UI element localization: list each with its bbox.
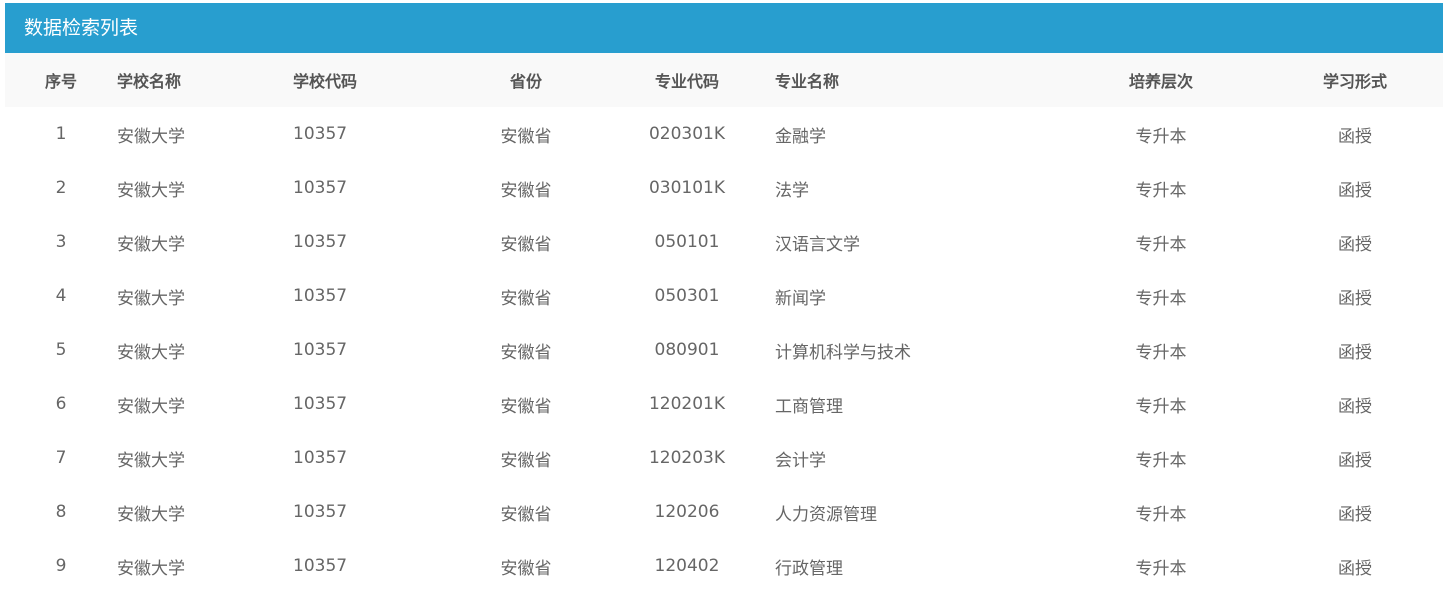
table-row: 2 安徽大学 10357 安徽省 030101K 法学 专升本 函授: [5, 161, 1443, 215]
cell-major-name: 金融学: [775, 126, 826, 147]
col-header-index: 序号: [44, 72, 77, 91]
cell-level: 专升本: [1135, 450, 1187, 471]
cell-major-name: 法学: [775, 180, 809, 201]
cell-school-code: 10357: [293, 394, 348, 414]
table-header-row: 序号 学校名称 学校代码 省份 专业代码 专业名称 培养层次 学习形式: [5, 53, 1443, 107]
col-header-level: 培养层次: [1128, 72, 1193, 91]
cell-index: 5: [55, 340, 67, 360]
cell-major-code: 050101: [654, 232, 720, 252]
cell-school-code: 10357: [293, 232, 348, 252]
cell-index: 6: [55, 394, 67, 414]
col-header-study-form: 学习形式: [1322, 72, 1387, 91]
cell-major-code: 120201K: [648, 394, 726, 414]
cell-school-name: 安徽大学: [117, 180, 185, 201]
cell-school-code: 10357: [293, 286, 348, 306]
cell-school-name: 安徽大学: [117, 342, 185, 363]
col-header-school-code: 学校代码: [293, 72, 358, 91]
cell-school-name: 安徽大学: [117, 234, 185, 255]
table-row: 6 安徽大学 10357 安徽省 120201K 工商管理 专升本 函授: [5, 377, 1443, 431]
cell-major-name: 工商管理: [775, 396, 843, 417]
cell-province: 安徽省: [500, 396, 552, 417]
table-row: 5 安徽大学 10357 安徽省 080901 计算机科学与技术 专升本 函授: [5, 323, 1443, 377]
cell-study-form: 函授: [1338, 342, 1372, 363]
cell-province: 安徽省: [500, 234, 552, 255]
cell-study-form: 函授: [1338, 504, 1372, 525]
cell-study-form: 函授: [1338, 126, 1372, 147]
cell-major-code: 020301K: [648, 124, 726, 144]
cell-major-name: 计算机科学与技术: [775, 342, 911, 363]
cell-school-name: 安徽大学: [117, 450, 185, 471]
panel-title: 数据检索列表: [5, 3, 1443, 53]
cell-major-name: 会计学: [775, 450, 826, 471]
table-row: 3 安徽大学 10357 安徽省 050101 汉语言文学 专升本 函授: [5, 215, 1443, 269]
data-search-panel: 数据检索列表 序号 学校名称 学校代码 省份 专业代码 专业名称 培养层次 学习…: [5, 3, 1443, 596]
table-row: 4 安徽大学 10357 安徽省 050301 新闻学 专升本 函授: [5, 269, 1443, 323]
cell-major-code: 030101K: [648, 178, 726, 198]
cell-index: 2: [55, 178, 67, 198]
cell-major-name: 汉语言文学: [775, 234, 860, 255]
cell-major-name: 行政管理: [775, 558, 843, 579]
cell-major-code: 120206: [654, 502, 720, 522]
cell-index: 7: [55, 448, 67, 468]
cell-index: 4: [55, 286, 67, 306]
table-row: 8 安徽大学 10357 安徽省 120206 人力资源管理 专升本 函授: [5, 485, 1443, 539]
cell-level: 专升本: [1135, 288, 1187, 309]
cell-province: 安徽省: [500, 342, 552, 363]
cell-province: 安徽省: [500, 126, 552, 147]
cell-index: 1: [55, 124, 67, 144]
cell-index: 8: [55, 502, 67, 522]
cell-study-form: 函授: [1338, 558, 1372, 579]
cell-major-name: 人力资源管理: [775, 504, 877, 525]
cell-school-code: 10357: [293, 556, 348, 576]
cell-major-code: 050301: [654, 286, 720, 306]
cell-level: 专升本: [1135, 180, 1187, 201]
cell-level: 专升本: [1135, 558, 1187, 579]
cell-level: 专升本: [1135, 342, 1187, 363]
cell-study-form: 函授: [1338, 234, 1372, 255]
cell-level: 专升本: [1135, 504, 1187, 525]
cell-province: 安徽省: [500, 504, 552, 525]
cell-major-code: 120402: [654, 556, 720, 576]
col-header-province: 省份: [509, 72, 542, 91]
col-header-school-name: 学校名称: [117, 72, 182, 91]
cell-school-name: 安徽大学: [117, 558, 185, 579]
cell-school-code: 10357: [293, 448, 348, 468]
results-table: 序号 学校名称 学校代码 省份 专业代码 专业名称 培养层次 学习形式 1 安徽…: [5, 53, 1443, 593]
cell-study-form: 函授: [1338, 288, 1372, 309]
cell-school-code: 10357: [293, 178, 348, 198]
cell-study-form: 函授: [1338, 396, 1372, 417]
cell-school-code: 10357: [293, 502, 348, 522]
cell-province: 安徽省: [500, 288, 552, 309]
cell-school-name: 安徽大学: [117, 504, 185, 525]
cell-province: 安徽省: [500, 558, 552, 579]
cell-school-code: 10357: [293, 340, 348, 360]
cell-province: 安徽省: [500, 450, 552, 471]
cell-school-name: 安徽大学: [117, 126, 185, 147]
cell-level: 专升本: [1135, 396, 1187, 417]
cell-study-form: 函授: [1338, 450, 1372, 471]
cell-study-form: 函授: [1338, 180, 1372, 201]
col-header-major-name: 专业名称: [775, 72, 840, 91]
cell-index: 3: [55, 232, 67, 252]
cell-major-code: 120203K: [648, 448, 726, 468]
cell-major-name: 新闻学: [775, 288, 826, 309]
table-row: 1 安徽大学 10357 安徽省 020301K 金融学 专升本 函授: [5, 107, 1443, 161]
cell-major-code: 080901: [654, 340, 720, 360]
cell-province: 安徽省: [500, 180, 552, 201]
table-row: 9 安徽大学 10357 安徽省 120402 行政管理 专升本 函授: [5, 539, 1443, 593]
cell-school-name: 安徽大学: [117, 288, 185, 309]
cell-school-name: 安徽大学: [117, 396, 185, 417]
cell-level: 专升本: [1135, 234, 1187, 255]
col-header-major-code: 专业代码: [654, 72, 719, 91]
cell-index: 9: [55, 556, 67, 576]
table-row: 7 安徽大学 10357 安徽省 120203K 会计学 专升本 函授: [5, 431, 1443, 485]
cell-school-code: 10357: [293, 124, 348, 144]
cell-level: 专升本: [1135, 126, 1187, 147]
